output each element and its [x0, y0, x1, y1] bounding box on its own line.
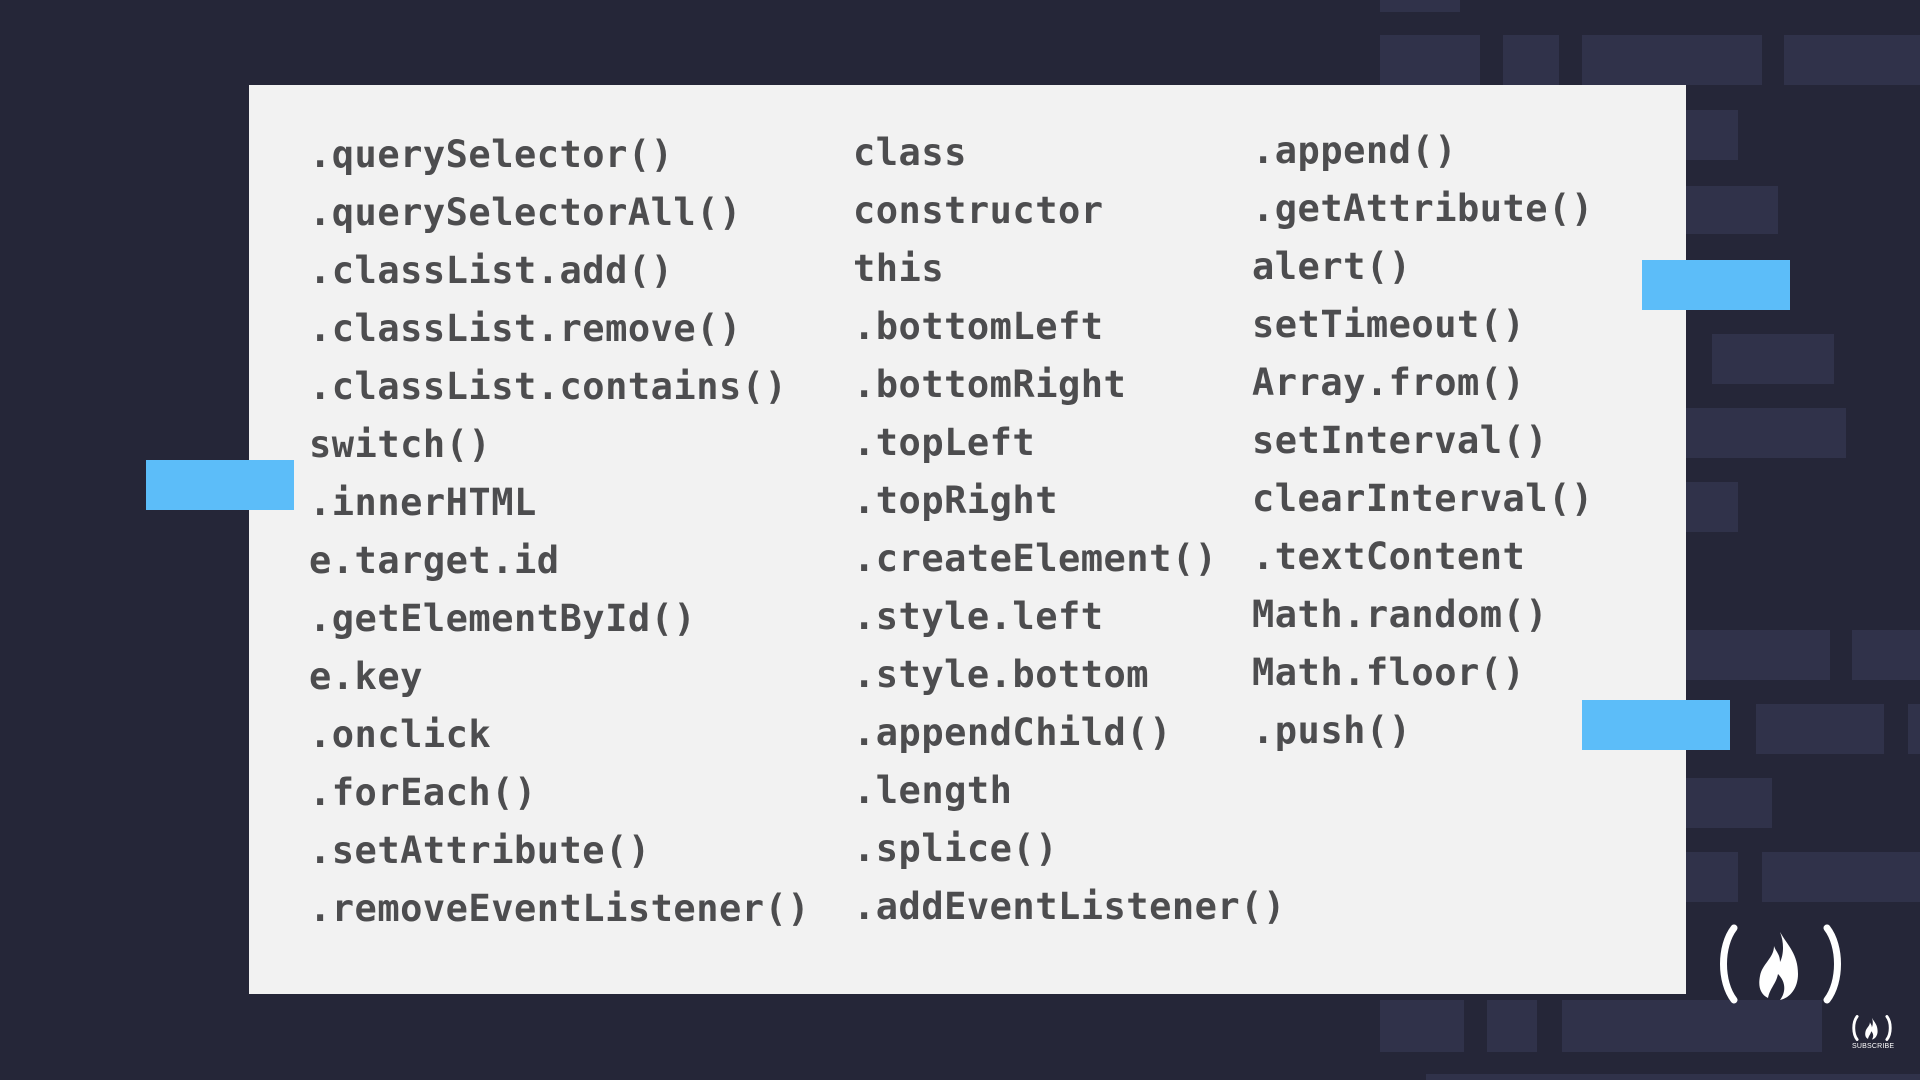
method-name: class: [853, 134, 967, 171]
method-name: this: [853, 250, 944, 287]
background-brick: [1756, 704, 1884, 754]
method-name: .createElement(): [853, 540, 1217, 577]
method-name: .append(): [1252, 132, 1457, 169]
method-name: .style.left: [853, 598, 1104, 635]
method-name: setTimeout(): [1252, 306, 1525, 343]
background-brick: [1852, 630, 1920, 680]
background-brick: [1686, 186, 1778, 234]
background-brick: [1582, 35, 1762, 85]
method-name: .querySelector(): [309, 136, 673, 173]
freecodecamp-flame-icon: [1718, 924, 1843, 1004]
method-name: .setAttribute(): [309, 832, 651, 869]
accent-bar-right-bottom: [1582, 700, 1730, 750]
background-brick: [1503, 35, 1559, 85]
subscribe-label: SUBSCRIBE: [1852, 1043, 1892, 1050]
method-name: .splice(): [853, 830, 1058, 867]
background-brick: [1380, 1000, 1464, 1052]
method-name: Array.from(): [1252, 364, 1525, 401]
method-name: Math.random(): [1252, 596, 1548, 633]
background-brick: [1686, 482, 1738, 532]
background-brick: [1686, 110, 1738, 160]
method-name: .getElementById(): [309, 600, 696, 637]
method-name: .removeEventListener(): [309, 890, 810, 927]
method-name: .onclick: [309, 716, 491, 753]
method-name: switch(): [309, 426, 491, 463]
background-brick: [1562, 1000, 1822, 1052]
background-brick: [1686, 778, 1772, 828]
method-name: alert(): [1252, 248, 1411, 285]
method-name: .topLeft: [853, 424, 1035, 461]
method-name: .getAttribute(): [1252, 190, 1594, 227]
method-name: .classList.contains(): [309, 368, 787, 405]
method-name: .querySelectorAll(): [309, 194, 742, 231]
background-brick: [1380, 0, 1460, 12]
background-brick: [1380, 35, 1480, 85]
background-brick: [1487, 1000, 1537, 1052]
freecodecamp-flame-icon: [1852, 1015, 1892, 1041]
method-name: clearInterval(): [1252, 480, 1594, 517]
method-name: .addEventListener(): [853, 888, 1286, 925]
background-brick: [1426, 1074, 1920, 1080]
method-name: .bottomRight: [853, 366, 1126, 403]
method-name: .bottomLeft: [853, 308, 1104, 345]
freecodecamp-logo: [1718, 924, 1843, 1004]
method-name: constructor: [853, 192, 1104, 229]
method-name: Math.floor(): [1252, 654, 1525, 691]
background-brick: [1762, 852, 1920, 902]
method-name: e.key: [309, 658, 423, 695]
method-name: .classList.add(): [309, 252, 673, 289]
background-brick: [1686, 852, 1738, 902]
methods-card: .querySelector() .querySelectorAll() .clas…: [249, 85, 1686, 994]
background-brick: [1686, 408, 1846, 458]
method-name: .push(): [1252, 712, 1411, 749]
method-name: .forEach(): [309, 774, 537, 811]
method-name: .textContent: [1252, 538, 1525, 575]
method-name: .length: [853, 772, 1012, 809]
background-brick: [1908, 704, 1920, 754]
video-frame: .querySelector() .querySelectorAll() .clas…: [0, 0, 1920, 1080]
method-name: .style.bottom: [853, 656, 1149, 693]
method-name: .appendChild(): [853, 714, 1172, 751]
subscribe-watermark[interactable]: SUBSCRIBE: [1852, 1015, 1892, 1055]
background-brick: [1712, 334, 1834, 384]
method-name: .classList.remove(): [309, 310, 742, 347]
method-name: setInterval(): [1252, 422, 1548, 459]
method-name: e.target.id: [309, 542, 560, 579]
method-name: .topRight: [853, 482, 1058, 519]
accent-bar-left: [146, 460, 294, 510]
background-brick: [1686, 630, 1830, 680]
method-name: .innerHTML: [309, 484, 537, 521]
background-brick: [1784, 35, 1920, 85]
accent-bar-right-top: [1642, 260, 1790, 310]
